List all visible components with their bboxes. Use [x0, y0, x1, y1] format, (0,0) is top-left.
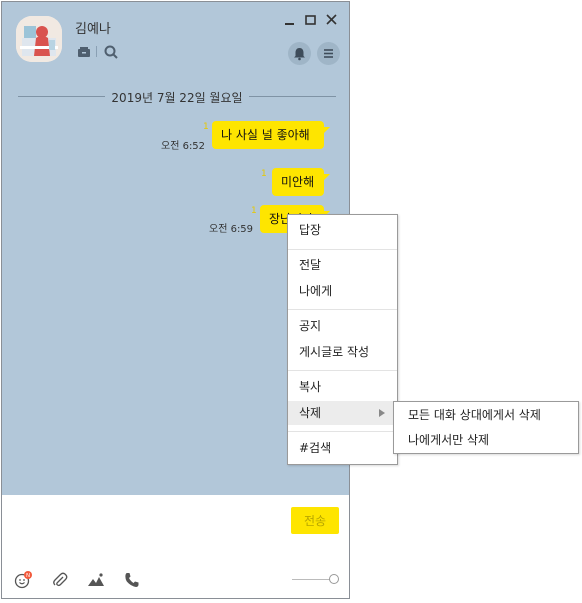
font-size-slider-track[interactable] — [292, 579, 330, 580]
font-size-slider-handle[interactable] — [329, 574, 339, 584]
message-context-menu: 답장 전달 나에게 공지 게시글로 작성 복사 삭제 #검색 — [287, 214, 398, 465]
menu-item-send-to-me[interactable]: 나에게 — [288, 279, 397, 303]
close-icon[interactable] — [324, 12, 340, 28]
profile-avatar[interactable] — [16, 16, 62, 62]
chat-header: 김예나 — [2, 2, 349, 74]
unread-count: 1 — [251, 206, 257, 216]
date-separator: 2019년 7월 22일 월요일 — [18, 87, 336, 107]
menu-item-write-post[interactable]: 게시글로 작성 — [288, 340, 397, 364]
message-bubble[interactable]: 미안해 — [272, 168, 330, 196]
date-separator-text: 2019년 7월 22일 월요일 — [105, 91, 249, 105]
menu-separator — [288, 309, 397, 310]
notification-bell-button[interactable] — [288, 42, 311, 65]
menu-item-delete-label: 삭제 — [299, 406, 322, 420]
emoticon-icon[interactable]: N — [14, 571, 32, 589]
message-input-area[interactable]: 전송 N — [2, 495, 349, 598]
message-time: 오전 6:59 — [209, 224, 254, 235]
menu-item-reply[interactable]: 답장 — [288, 218, 397, 242]
menu-icon[interactable] — [317, 42, 340, 65]
phone-icon[interactable] — [123, 571, 141, 589]
menu-item-search[interactable]: #검색 — [288, 436, 397, 460]
menu-item-forward[interactable]: 전달 — [288, 253, 397, 277]
search-icon[interactable] — [103, 44, 119, 60]
submenu-arrow-icon — [379, 409, 385, 417]
message-time: 오전 6:52 — [161, 141, 206, 152]
unread-count: 1 — [203, 122, 209, 132]
chatroom-drawer-icon[interactable] — [76, 44, 92, 60]
send-button[interactable]: 전송 — [291, 507, 339, 534]
image-icon[interactable] — [87, 571, 105, 589]
menu-item-delete[interactable]: 삭제 — [288, 401, 397, 425]
delete-submenu: 모든 대화 상대에게서 삭제 나에게서만 삭제 — [393, 401, 579, 454]
menu-separator — [288, 249, 397, 250]
minimize-icon[interactable] — [282, 12, 298, 28]
unread-count: 1 — [261, 169, 267, 179]
menu-item-copy[interactable]: 복사 — [288, 375, 397, 399]
message-bubble[interactable]: 나 사실 널 좋아해 — [212, 121, 330, 149]
header-divider — [96, 46, 97, 57]
menu-separator — [288, 370, 397, 371]
menu-item-notice[interactable]: 공지 — [288, 314, 397, 338]
attach-file-icon[interactable] — [51, 571, 69, 589]
menu-separator — [288, 431, 397, 432]
emoji-new-badge: N — [26, 573, 30, 579]
submenu-item-delete-for-me[interactable]: 나에게서만 삭제 — [394, 428, 578, 452]
chat-title: 김예나 — [75, 22, 111, 37]
maximize-icon[interactable] — [303, 12, 319, 28]
submenu-item-delete-for-all[interactable]: 모든 대화 상대에게서 삭제 — [394, 403, 578, 427]
